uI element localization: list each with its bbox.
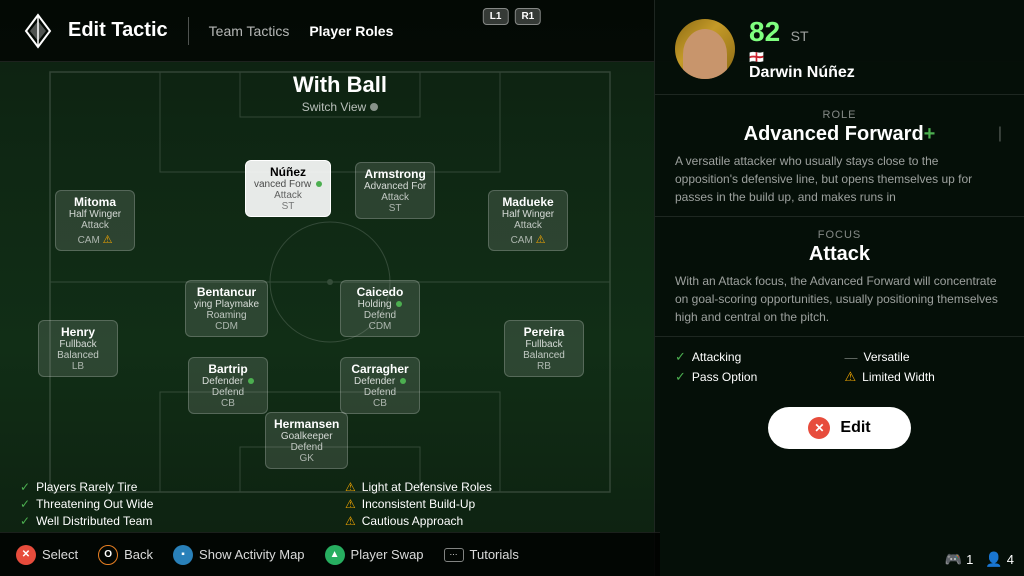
warn-icon-2: ⚠ (345, 497, 356, 511)
controller-icon: 🎮 (945, 551, 962, 568)
attr-attacking: ✓ Attacking (675, 349, 835, 365)
note-players-rarely-tire: ✓ Players Rarely Tire (20, 480, 315, 494)
l1-button[interactable]: L1 (483, 8, 509, 25)
player-nunez[interactable]: Núñez vanced Forw Attack ST (245, 160, 331, 217)
role-description: A versatile attacker who usually stays c… (675, 152, 1004, 206)
nav-team-tactics[interactable]: Team Tactics (209, 23, 290, 39)
dash-icon-versatile: — (845, 350, 858, 365)
role-plus-icon: + (924, 123, 936, 145)
warn-icon-1: ⚠ (345, 480, 356, 494)
player-bentancur[interactable]: Bentancur ying Playmake Roaming CDM (185, 280, 268, 337)
role-name: Advanced Forward+ (675, 123, 1004, 146)
player-carragher[interactable]: Carragher Defender Defend CB (340, 357, 420, 414)
players-icon: 👤 (985, 551, 1002, 568)
team-notes: ✓ Players Rarely Tire ⚠ Light at Defensi… (20, 480, 640, 528)
right-panel: 82 ST 🏴󠁧󠁢󠁥󠁮󠁧󠁿 Darwin Núñez Role Advanced… (654, 0, 1024, 576)
focus-section: Focus Attack With an Attack focus, the A… (655, 217, 1024, 337)
player-full-name: Darwin Núñez (749, 64, 855, 82)
switch-view[interactable]: Switch View (50, 100, 630, 114)
role-section: Role Advanced Forward+ A versatile attac… (655, 95, 1024, 217)
formation-area: Armstrong Advanced For Attack ST Núñez v… (0, 62, 650, 512)
player-avatar (675, 19, 735, 79)
page-title: Edit Tactic (68, 19, 168, 42)
player-profile-header: 82 ST 🏴󠁧󠁢󠁥󠁮󠁧󠁿 Darwin Núñez (655, 0, 1024, 95)
player-position-badge: ST (791, 28, 809, 44)
x-icon: ✕ (16, 545, 36, 565)
player-henry[interactable]: Henry Fullback Balanced LB (38, 320, 118, 377)
check-icon-1: ✓ (20, 480, 30, 494)
note-threatening-out-wide: ✓ Threatening Out Wide (20, 497, 315, 511)
o-icon: O (98, 545, 118, 565)
section-title-area: With Ball Switch View (50, 72, 630, 114)
scroll-indicator: | (998, 125, 1002, 143)
attributes-grid: ✓ Attacking — Versatile ✓ Pass Option ⚠ … (655, 337, 1024, 397)
attr-versatile: — Versatile (845, 349, 1005, 365)
check-icon-3: ✓ (20, 514, 30, 528)
focus-name: Attack (675, 243, 1004, 266)
header-divider (188, 17, 189, 45)
check-icon-2: ✓ (20, 497, 30, 511)
with-ball-title: With Ball (50, 72, 630, 98)
check-icon-pass-option: ✓ (675, 369, 686, 385)
edit-x-icon: ✕ (808, 417, 830, 439)
player-hermansen[interactable]: Hermansen Goalkeeper Defend GK (265, 412, 348, 469)
attr-pass-option: ✓ Pass Option (675, 369, 835, 385)
player-bartrip[interactable]: Bartrip Defender Defend CB (188, 357, 268, 414)
player-pereira[interactable]: Pereira Fullback Balanced RB (504, 320, 584, 377)
focus-description: With an Attack focus, the Advanced Forwa… (675, 272, 1004, 326)
indicator-players: 👤 4 (985, 551, 1014, 568)
player-rating: 82 (749, 16, 780, 47)
note-inconsistent-build: ⚠ Inconsistent Build-Up (345, 497, 640, 511)
bottom-bar: ✕ Select O Back ▪ Show Activity Map ▲ Pl… (0, 532, 660, 576)
edit-button-container: ✕ Edit (655, 397, 1024, 463)
nav-player-roles[interactable]: Player Roles (309, 23, 393, 39)
check-icon-attacking: ✓ (675, 349, 686, 365)
warn-icon-limited-width: ⚠ (845, 369, 857, 385)
note-light-defensive: ⚠ Light at Defensive Roles (345, 480, 640, 494)
r1-button[interactable]: R1 (514, 8, 541, 25)
options-icon: ⋯ (444, 548, 464, 562)
edit-button[interactable]: ✕ Edit (768, 407, 910, 449)
back-button[interactable]: O Back (98, 545, 153, 565)
player-flag: 🏴󠁧󠁢󠁥󠁮󠁧󠁿 (749, 50, 855, 64)
attr-limited-width: ⚠ Limited Width (845, 369, 1005, 385)
note-well-distributed: ✓ Well Distributed Team (20, 514, 315, 528)
app-logo (20, 13, 56, 49)
player-caicedo[interactable]: Caicedo Holding Defend CDM (340, 280, 420, 337)
player-swap-button[interactable]: ▲ Player Swap (325, 545, 424, 565)
square-icon: ▪ (173, 545, 193, 565)
note-cautious-approach: ⚠ Cautious Approach (345, 514, 640, 528)
select-button[interactable]: ✕ Select (16, 545, 78, 565)
focus-label: Focus (675, 229, 1004, 241)
player-armstrong[interactable]: Armstrong Advanced For Attack ST (355, 162, 435, 219)
player-madueke[interactable]: Madueke Half Winger Attack CAM ⚠ (488, 190, 568, 251)
player-mitoma[interactable]: Mitoma Half Winger Attack CAM ⚠ (55, 190, 135, 251)
lb-rb-buttons: L1 R1 (483, 8, 541, 25)
role-label: Role (675, 109, 1004, 121)
player-info: 82 ST 🏴󠁧󠁢󠁥󠁮󠁧󠁿 Darwin Núñez (749, 16, 855, 82)
bottom-right-indicators: 🎮 1 👤 4 (945, 551, 1014, 568)
activity-map-button[interactable]: ▪ Show Activity Map (173, 545, 305, 565)
tutorials-button[interactable]: ⋯ Tutorials (444, 547, 519, 562)
warn-icon-3: ⚠ (345, 514, 356, 528)
triangle-icon: ▲ (325, 545, 345, 565)
indicator-controller: 🎮 1 (945, 551, 974, 568)
header-nav: Team Tactics Player Roles (209, 23, 394, 39)
